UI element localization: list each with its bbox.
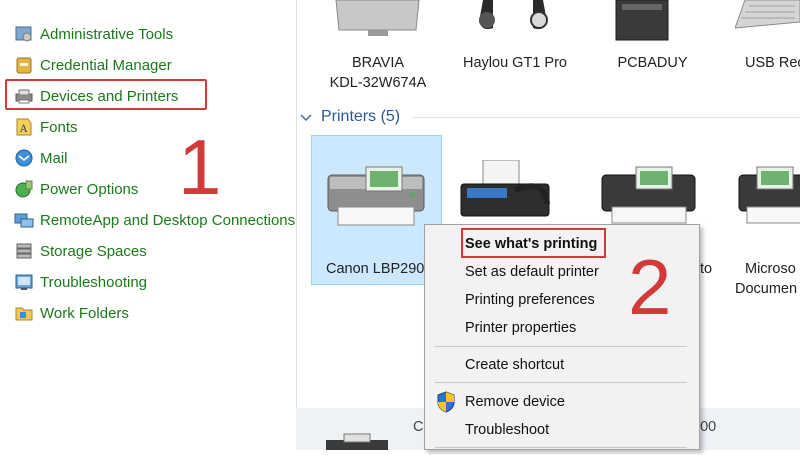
bottom-row-label-left: C bbox=[413, 419, 424, 435]
mail-icon bbox=[14, 148, 34, 168]
sidebar-item-label: RemoteApp and Desktop Connections bbox=[40, 211, 296, 229]
group-divider-line bbox=[412, 117, 800, 118]
menu-item-set-default-printer[interactable]: Set as default printer bbox=[465, 261, 599, 283]
headphones-device-icon bbox=[473, 0, 553, 40]
admin-tools-icon bbox=[14, 24, 34, 44]
credential-manager-icon bbox=[14, 55, 34, 75]
printer-icon bbox=[322, 432, 392, 450]
step-number-2: 2 bbox=[628, 243, 672, 331]
device-label-line: KDL-32W674A bbox=[329, 75, 427, 91]
work-folders-icon bbox=[14, 303, 34, 323]
pane-divider bbox=[296, 0, 297, 450]
sidebar-item-remoteapp[interactable]: RemoteApp and Desktop Connections bbox=[14, 208, 295, 232]
printer-label-microsoft: Microso Documen bbox=[735, 259, 797, 299]
device-label-line: PCBADUY bbox=[617, 55, 688, 71]
printer-label-line: Microso bbox=[745, 261, 796, 277]
chevron-down-icon[interactable] bbox=[300, 109, 312, 125]
sidebar-item-fonts[interactable]: A Fonts bbox=[14, 115, 78, 139]
printers-group-title: Printers (5) bbox=[321, 108, 401, 125]
storage-spaces-icon bbox=[14, 241, 34, 261]
sidebar-item-storage-spaces[interactable]: Storage Spaces bbox=[14, 239, 147, 263]
sidebar-item-label: Storage Spaces bbox=[40, 242, 147, 260]
menu-item-printing-preferences[interactable]: Printing preferences bbox=[465, 289, 595, 311]
sidebar-item-label: Troubleshooting bbox=[40, 273, 148, 291]
sidebar-item-credential-manager[interactable]: Credential Manager bbox=[14, 53, 172, 77]
device-label-line: USB Rec bbox=[745, 55, 800, 71]
svg-text:A: A bbox=[19, 124, 28, 135]
sidebar-item-administrative-tools[interactable]: Administrative Tools bbox=[14, 22, 173, 46]
printers-group-header[interactable]: Printers (5) bbox=[300, 106, 400, 128]
sidebar-item-work-folders[interactable]: Work Folders bbox=[14, 301, 129, 325]
menu-separator bbox=[435, 382, 687, 383]
printer-icon bbox=[596, 163, 701, 225]
menu-item-troubleshoot[interactable]: Troubleshoot bbox=[465, 419, 549, 441]
printer-label-canon: Canon LBP290 bbox=[326, 261, 425, 277]
menu-separator bbox=[435, 447, 687, 448]
fonts-icon: A bbox=[14, 117, 34, 137]
sidebar-item-label: Mail bbox=[40, 149, 68, 167]
step-number-1: 1 bbox=[178, 123, 222, 211]
power-options-icon bbox=[14, 179, 34, 199]
sidebar-item-label: Administrative Tools bbox=[40, 25, 174, 43]
fax-printer-icon bbox=[455, 159, 555, 224]
device-label-pcbaduy[interactable]: PCBADUY bbox=[610, 53, 695, 73]
menu-item-create-shortcut[interactable]: Create shortcut bbox=[465, 354, 564, 376]
device-label-bravia[interactable]: BRAVIA KDL-32W674A bbox=[328, 53, 428, 93]
menu-item-printer-properties[interactable]: Printer properties bbox=[465, 317, 576, 339]
keyboard-device-icon bbox=[734, 0, 800, 30]
printer-label-line: Documen bbox=[735, 281, 798, 297]
remoteapp-icon bbox=[14, 210, 34, 230]
menu-separator bbox=[435, 346, 687, 347]
sidebar-item-troubleshooting[interactable]: Troubleshooting bbox=[14, 270, 147, 294]
sidebar-item-label: Work Folders bbox=[40, 304, 129, 322]
sidebar-item-power-options[interactable]: Power Options bbox=[14, 177, 138, 201]
printer-label-partial: to bbox=[700, 261, 713, 277]
highlight-box-see-whats-printing bbox=[461, 228, 606, 258]
sidebar-item-label: Credential Manager bbox=[40, 56, 172, 74]
tv-device-icon bbox=[330, 0, 425, 40]
highlight-box-devices-and-printers bbox=[5, 79, 207, 110]
printer-icon bbox=[735, 163, 800, 225]
pc-device-icon bbox=[612, 0, 672, 42]
sidebar-item-mail[interactable]: Mail bbox=[14, 146, 68, 170]
sidebar-item-label: Power Options bbox=[40, 180, 139, 198]
uac-shield-icon bbox=[436, 391, 456, 413]
device-label-usb[interactable]: USB Rec bbox=[745, 53, 800, 73]
menu-item-remove-device[interactable]: Remove device bbox=[465, 391, 565, 413]
device-label-line: Haylou GT1 Pro bbox=[463, 55, 567, 71]
troubleshooting-icon bbox=[14, 272, 34, 292]
device-label-line: BRAVIA bbox=[351, 55, 405, 71]
device-label-haylou[interactable]: Haylou GT1 Pro bbox=[460, 53, 570, 73]
sidebar-item-label: Fonts bbox=[40, 118, 78, 136]
printer-icon bbox=[320, 163, 432, 235]
